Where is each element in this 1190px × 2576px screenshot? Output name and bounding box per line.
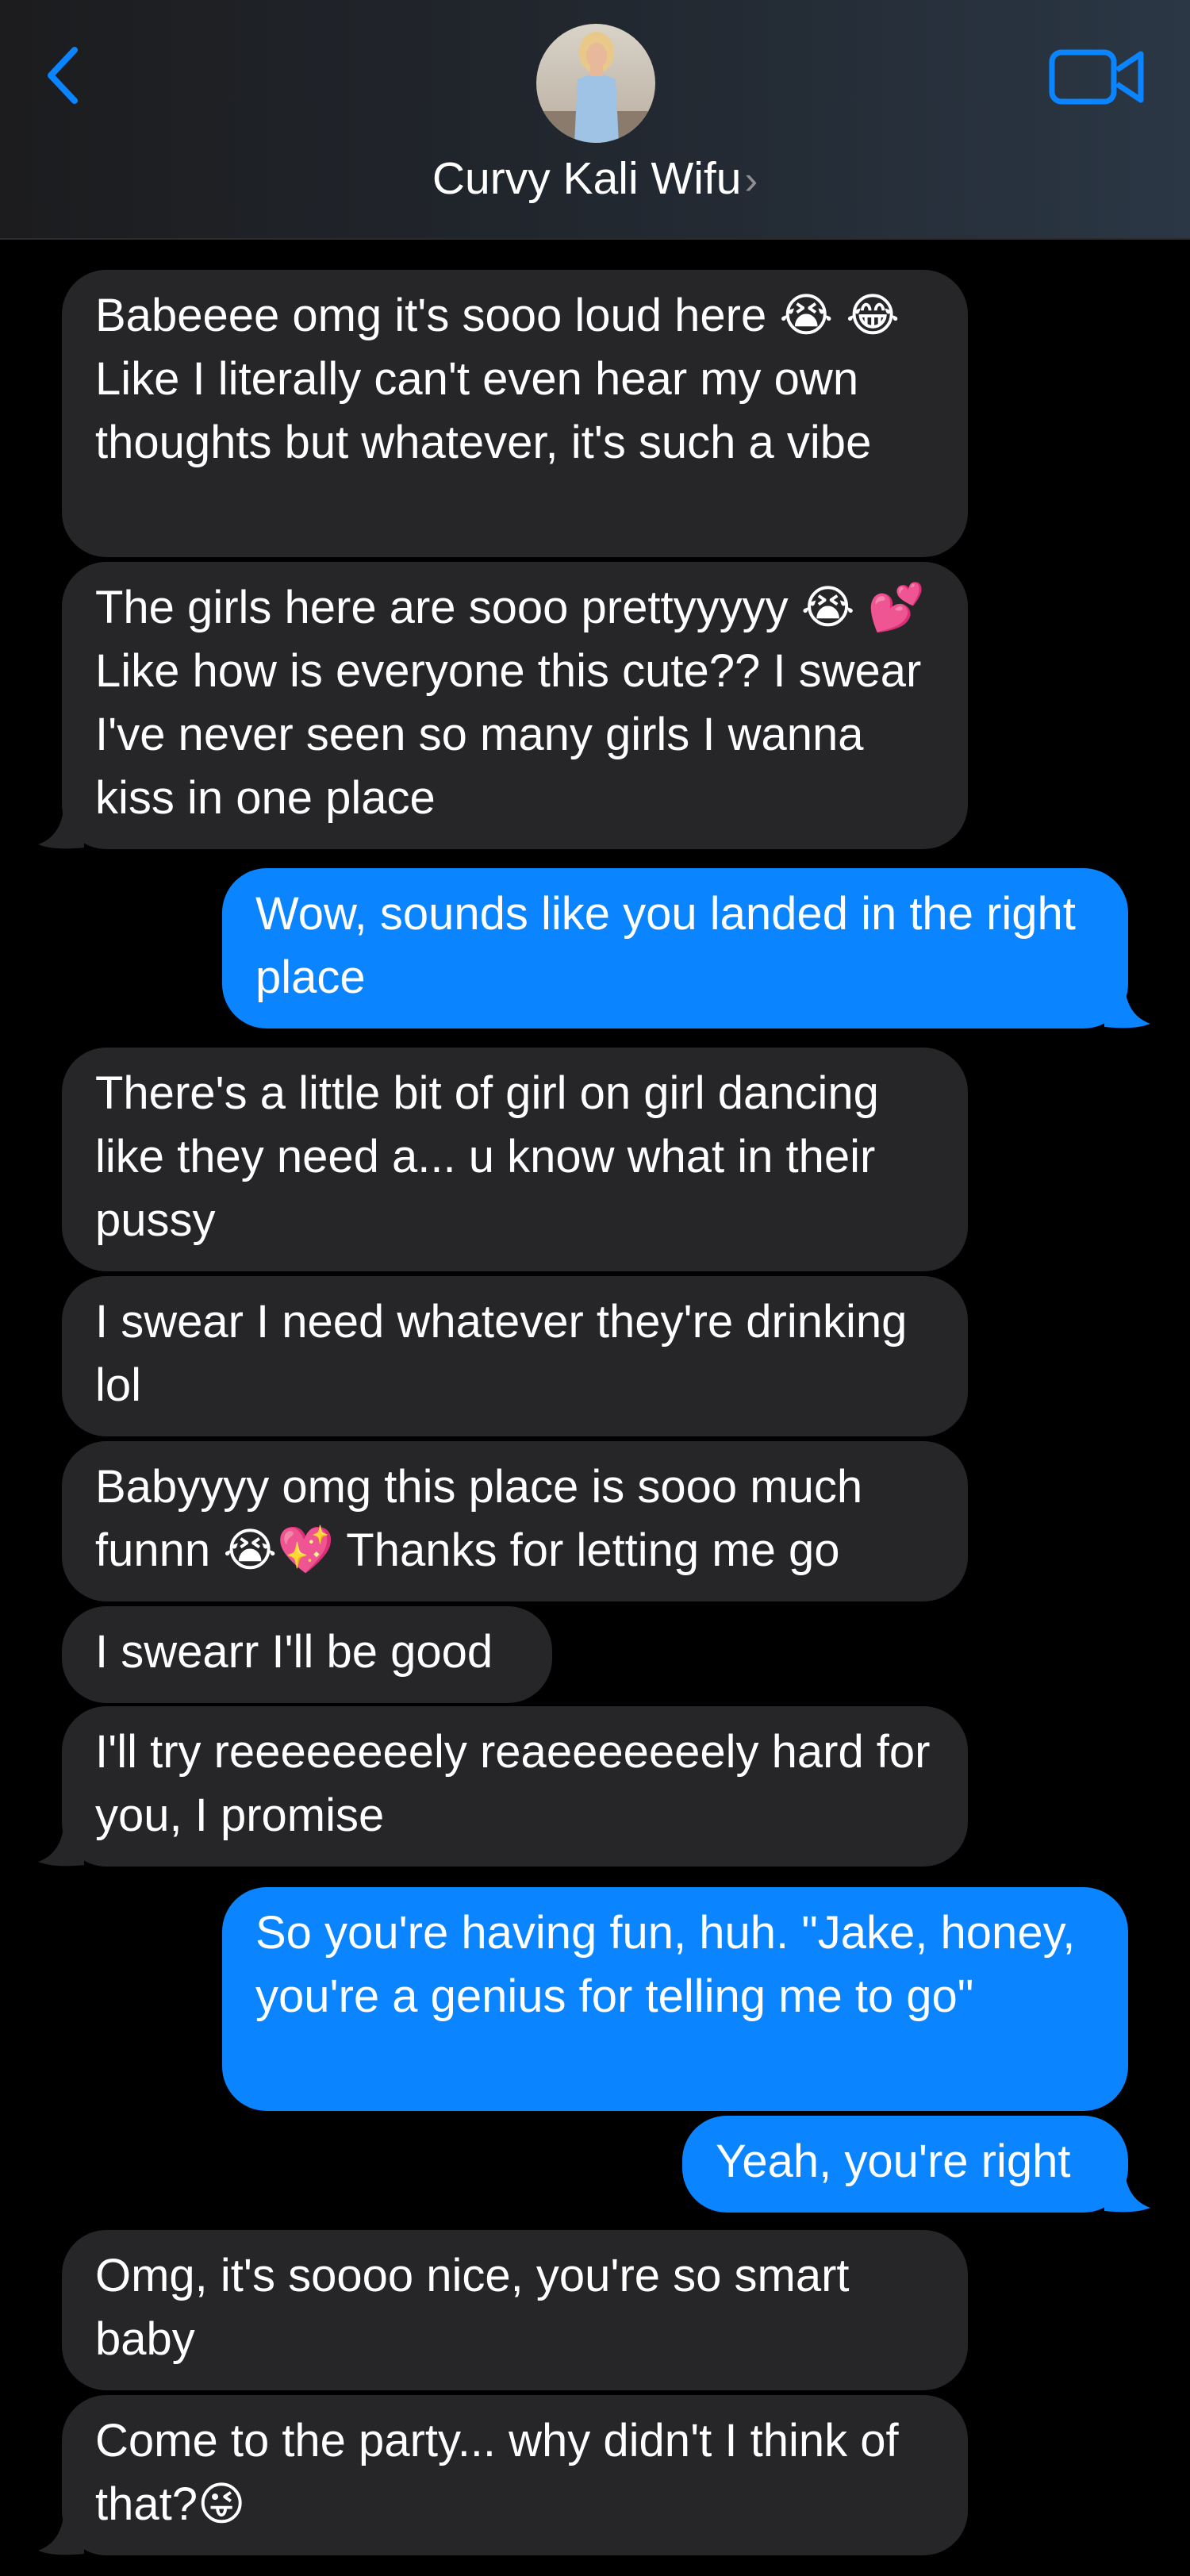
bubble-tail-incoming — [38, 2516, 84, 2555]
message-bubble-incoming[interactable]: I'll try reeeeeeeely reaeeeeeeely hard f… — [62, 1706, 968, 1867]
message-text: Wow, sounds like you landed in the right… — [255, 888, 1076, 1003]
message-text: Babeeee omg it's sooo loud here 😭 😂 Like… — [95, 290, 900, 468]
message-text: I swear I need whatever they're drinking… — [95, 1296, 908, 1411]
message-bubble-incoming[interactable]: Omg, it's soooo nice, you're so smart ba… — [62, 2230, 968, 2390]
message-bubble-incoming[interactable]: I swearr I'll be good — [62, 1606, 552, 1703]
message-text: I swearr I'll be good — [95, 1626, 493, 1678]
message-bubble-incoming[interactable]: Babeeee omg it's sooo loud here 😭 😂 Like… — [62, 270, 968, 557]
bubble-tail-outgoing — [1104, 989, 1150, 1028]
message-text: There's a little bit of girl on girl dan… — [95, 1067, 879, 1246]
message-text: Yeah, you're right — [716, 2136, 1071, 2187]
bubble-tail-incoming — [38, 809, 84, 849]
message-text: Come to the party... why didn't I think … — [95, 2415, 899, 2530]
message-text: Babyyyy omg this place is sooo much funn… — [95, 1461, 863, 1576]
bubble-tail-outgoing — [1104, 2173, 1150, 2213]
message-bubble-incoming[interactable]: I swear I need whatever they're drinking… — [62, 1276, 968, 1436]
message-bubble-incoming[interactable]: There's a little bit of girl on girl dan… — [62, 1048, 968, 1271]
message-bubble-incoming[interactable]: The girls here are sooo prettyyyyy 😭 💕 L… — [62, 562, 968, 849]
message-text: Omg, it's soooo nice, you're so smart ba… — [95, 2250, 850, 2365]
bubble-tail-incoming — [38, 1827, 84, 1867]
message-thread: Babeeee omg it's sooo loud here 😭 😂 Like… — [0, 0, 1190, 2576]
message-bubble-outgoing[interactable]: Wow, sounds like you landed in the right… — [222, 868, 1128, 1028]
message-text: So you're having fun, huh. "Jake, honey,… — [255, 1907, 1076, 2022]
message-text: The girls here are sooo prettyyyyy 😭 💕 L… — [95, 582, 925, 824]
message-bubble-outgoing[interactable]: Yeah, you're right — [682, 2116, 1128, 2213]
message-bubble-outgoing[interactable]: So you're having fun, huh. "Jake, honey,… — [222, 1887, 1128, 2111]
message-bubble-incoming[interactable]: Babyyyy omg this place is sooo much funn… — [62, 1441, 968, 1601]
message-bubble-incoming[interactable]: Come to the party... why didn't I think … — [62, 2395, 968, 2555]
message-text: I'll try reeeeeeeely reaeeeeeeely hard f… — [95, 1726, 931, 1841]
